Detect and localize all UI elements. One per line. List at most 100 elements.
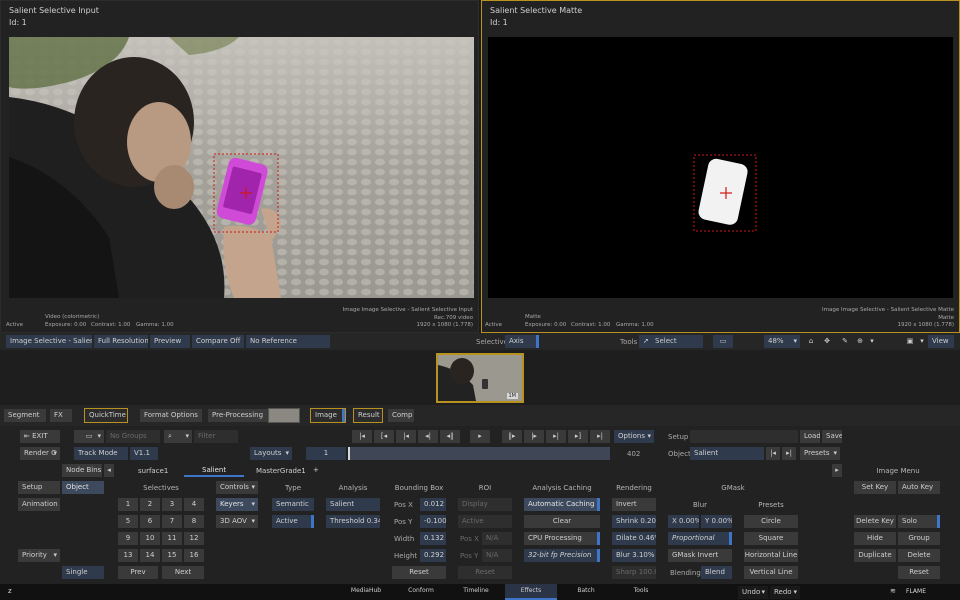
presets-button[interactable]: Presets (800, 447, 840, 460)
bbox-width-field[interactable]: 0.132 (420, 532, 446, 545)
controls-button[interactable]: Controls (216, 481, 258, 494)
format-options-node[interactable]: Format Options (140, 409, 202, 422)
gmask-y-field[interactable]: Y 0.00% (701, 515, 732, 528)
selective-slot[interactable]: 5 (118, 515, 138, 528)
segment-tab[interactable]: Segment (4, 409, 46, 422)
chevron-down-icon[interactable]: ▾ (917, 335, 927, 348)
prev-key-icon[interactable]: [◂ (374, 430, 394, 443)
bbox-pos-x-field[interactable]: 0.012 (420, 498, 446, 511)
selective-slot[interactable]: 7 (162, 515, 182, 528)
priority-button[interactable]: Priority (18, 549, 60, 562)
eyedropper-icon[interactable]: ✎ (838, 335, 852, 348)
setup-button[interactable]: Setup (18, 481, 60, 494)
exit-button[interactable]: ⇤ EXIT (20, 430, 60, 443)
filter-field[interactable]: Filter (194, 430, 238, 443)
solo-toggle[interactable]: Solo (898, 515, 940, 528)
bottom-tab-mediahub[interactable]: MediaHub (340, 584, 392, 600)
tab-salient[interactable]: Salient (184, 463, 244, 477)
no-groups-field[interactable]: No Groups (106, 430, 160, 443)
auto-key-toggle[interactable]: Auto Key (898, 481, 940, 494)
setup-field[interactable] (690, 430, 798, 443)
sleep-icon[interactable]: z (8, 587, 12, 595)
next-frame-icon[interactable]: |▸ (524, 430, 544, 443)
bottom-tab-batch[interactable]: Batch (560, 584, 612, 600)
horizontal-line-preset-button[interactable]: Horizontal Line (744, 549, 798, 562)
next-selective-button[interactable]: Next (162, 566, 204, 579)
preview-button[interactable]: Preview (150, 335, 190, 348)
version-field[interactable]: V1.1 (130, 447, 158, 460)
selective-slot[interactable]: 4 (184, 498, 204, 511)
vertical-line-preset-button[interactable]: Vertical Line (744, 566, 798, 579)
object-field[interactable]: Salient (690, 447, 764, 460)
cpu-processing-toggle[interactable]: CPU Processing (524, 532, 600, 545)
selective-slot[interactable]: 16 (184, 549, 204, 562)
bottom-tab-conform[interactable]: Conform (395, 584, 447, 600)
add-tab-button[interactable]: + (313, 466, 319, 474)
selective-slot[interactable]: 13 (118, 549, 138, 562)
image-menu-reset-button[interactable]: Reset (898, 566, 940, 579)
tabs-scroll-right-icon[interactable]: ▸ (832, 464, 842, 477)
object-button[interactable]: Object (62, 481, 104, 494)
gmask-x-field[interactable]: X 0.00% (668, 515, 699, 528)
selective-slot[interactable]: 15 (162, 549, 182, 562)
shrink-field[interactable]: Shrink 0.20% (612, 515, 656, 528)
roi-pos-y-field[interactable]: N/A (482, 549, 512, 562)
redo-button[interactable]: Redo (770, 586, 800, 599)
bottom-tab-effects[interactable]: Effects (505, 584, 557, 600)
play-icon[interactable]: ▸ (470, 430, 490, 443)
undo-button[interactable]: Undo (738, 586, 768, 599)
prev-selective-button[interactable]: Prev (118, 566, 158, 579)
bbox-reset-button[interactable]: Reset (392, 566, 446, 579)
tab-surface1[interactable]: surface1 (138, 467, 168, 475)
axis-selector[interactable]: Axis (505, 335, 539, 348)
reference-button[interactable]: No Reference (246, 335, 330, 348)
single-button[interactable]: Single (62, 566, 104, 579)
tab-mastergrade1[interactable]: MasterGrade1 (256, 467, 306, 475)
bbox-pos-y-field[interactable]: -0.100 (420, 515, 446, 528)
frame-start-field[interactable]: 1 (306, 447, 346, 460)
animation-button[interactable]: Animation (18, 498, 60, 511)
set-key-button[interactable]: Set Key (854, 481, 896, 494)
threshold-field[interactable]: Threshold 0.340 (326, 515, 380, 528)
circle-preset-button[interactable]: Circle (744, 515, 798, 528)
resolution-button[interactable]: Full Resolution (94, 335, 148, 348)
display-mode-icon[interactable]: ▭ (74, 430, 104, 443)
selective-slot[interactable]: 1 (118, 498, 138, 511)
analysis-mode-button[interactable]: Salient (326, 498, 380, 511)
roi-active-toggle[interactable]: Active (458, 515, 512, 528)
tabs-scroll-left-icon[interactable]: ◂ (104, 464, 114, 477)
play-forward-icon[interactable]: ‖▸ (502, 430, 522, 443)
delete-key-button[interactable]: Delete Key (854, 515, 896, 528)
go-to-start-icon[interactable]: |◂ (352, 430, 372, 443)
object-prev-icon[interactable]: |◂ (766, 447, 780, 460)
load-button[interactable]: Load (800, 430, 820, 443)
3d-aov-button[interactable]: 3D AOV (216, 515, 258, 528)
bottom-tab-tools[interactable]: Tools (615, 584, 667, 600)
comp-node[interactable]: Comp (388, 409, 414, 422)
image-node[interactable]: Image (310, 408, 346, 423)
view-button[interactable]: View (928, 335, 954, 348)
selective-slot[interactable]: 11 (162, 532, 182, 545)
selective-slot[interactable]: 6 (140, 515, 160, 528)
playhead[interactable] (348, 447, 350, 460)
right-viewer[interactable]: Salient Selective Matte Id: 1 Matte Acti… (481, 0, 960, 333)
select-tool-button[interactable]: ➚ Select (639, 335, 703, 348)
render-button[interactable]: Render C (20, 447, 60, 460)
selective-slot[interactable]: 12 (184, 532, 204, 545)
dilate-field[interactable]: Dilate 0.46% (612, 532, 656, 545)
selective-slot[interactable]: 9 (118, 532, 138, 545)
group-button[interactable]: Group (898, 532, 940, 545)
search-icon[interactable]: ⌕ (164, 430, 192, 443)
hide-button[interactable]: Hide (854, 532, 896, 545)
invert-toggle[interactable]: Invert (612, 498, 656, 511)
precision-toggle[interactable]: 32-bit fp Precision (524, 549, 600, 562)
timeline-bar[interactable] (348, 447, 610, 460)
sharp-field[interactable]: Sharp 100.0 (612, 566, 656, 579)
node-thumbnail[interactable] (268, 408, 300, 423)
blur-field[interactable]: Blur 3.10% (612, 549, 656, 562)
bbox-height-field[interactable]: 0.292 (420, 549, 446, 562)
crosshair-icon[interactable]: ⊕ (853, 335, 867, 348)
node-bins-button[interactable]: Node Bins (62, 464, 102, 477)
bottom-tab-timeline[interactable]: Timeline (450, 584, 502, 600)
selective-slot[interactable]: 10 (140, 532, 160, 545)
